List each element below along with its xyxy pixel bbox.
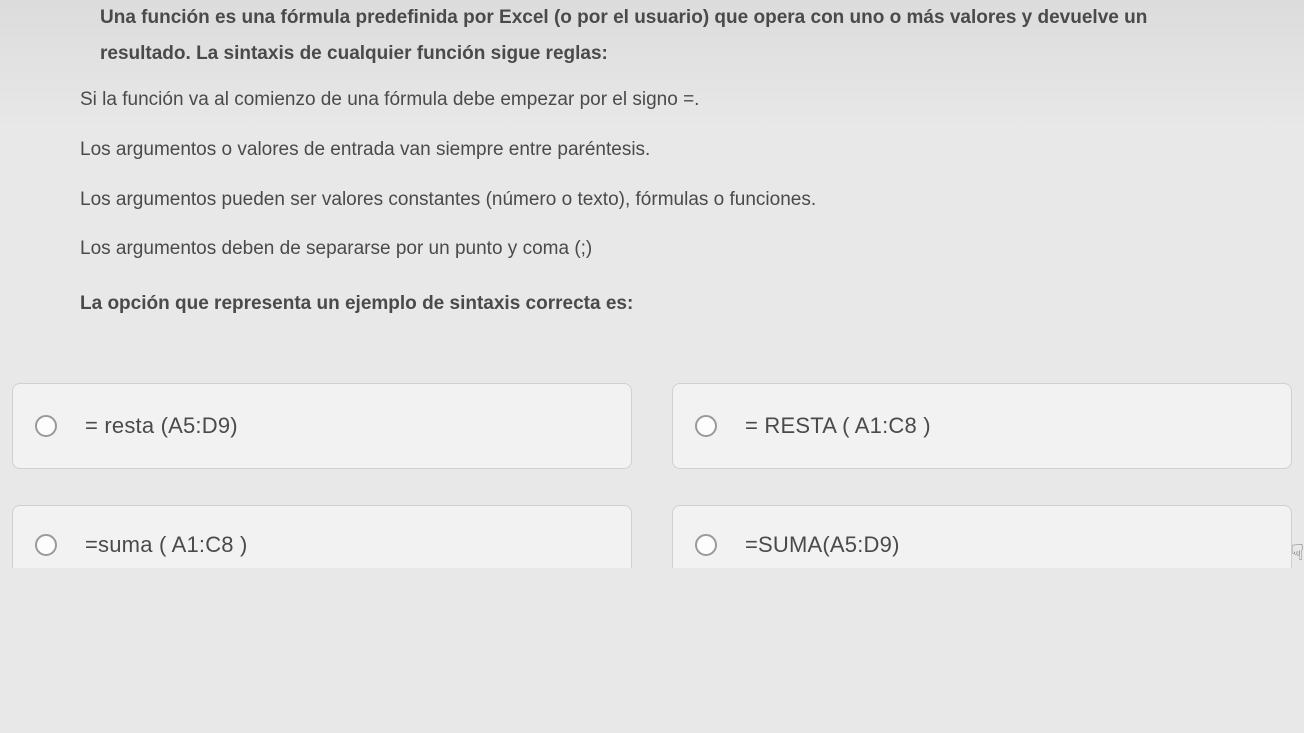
rule-3: Los argumentos pueden ser valores consta… xyxy=(20,178,1284,222)
option-a[interactable]: = resta (A5:D9) xyxy=(12,383,632,469)
options-grid: = resta (A5:D9) = RESTA ( A1:C8 ) =suma … xyxy=(0,383,1304,588)
option-c[interactable]: =suma ( A1:C8 ) xyxy=(12,505,632,568)
cursor-icon: ☟ xyxy=(1291,540,1304,566)
question-prompt: La opción que representa un ejemplo de s… xyxy=(20,285,1284,323)
rule-1: Si la función va al comienzo de una fórm… xyxy=(20,78,1284,122)
radio-icon[interactable] xyxy=(35,415,57,437)
option-b[interactable]: = RESTA ( A1:C8 ) xyxy=(672,383,1292,469)
rule-4: Los argumentos deben de separarse por un… xyxy=(20,227,1284,271)
question-body: Una función es una fórmula predefinida p… xyxy=(0,0,1304,323)
radio-icon[interactable] xyxy=(35,534,57,556)
option-c-label: =suma ( A1:C8 ) xyxy=(85,532,248,558)
rule-2: Los argumentos o valores de entrada van … xyxy=(20,128,1284,172)
radio-icon[interactable] xyxy=(695,415,717,437)
radio-icon[interactable] xyxy=(695,534,717,556)
option-d[interactable]: =SUMA(A5:D9) xyxy=(672,505,1292,568)
option-d-label: =SUMA(A5:D9) xyxy=(745,532,900,558)
option-b-label: = RESTA ( A1:C8 ) xyxy=(745,413,931,439)
option-a-label: = resta (A5:D9) xyxy=(85,413,238,439)
question-intro: Una función es una fórmula predefinida p… xyxy=(20,0,1284,72)
